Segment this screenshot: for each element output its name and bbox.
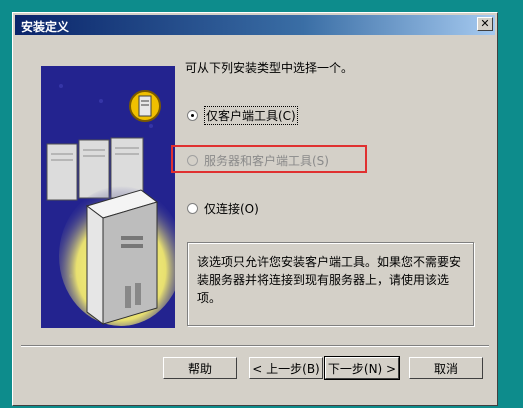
separator (21, 345, 489, 347)
radio-connectivity-only[interactable] (187, 202, 198, 214)
server-badge-icon (129, 90, 161, 122)
server-illustration (41, 66, 175, 328)
description-box: 该选项只允许您安装客户端工具。如果您不需要安装服务器并将连接到现有服务器上，请使… (187, 242, 474, 326)
title-bar: 安装定义 ✕ (15, 15, 495, 35)
radio-server-and-client (187, 154, 198, 166)
close-button[interactable]: ✕ (477, 17, 493, 31)
option-server-and-client-label: 服务器和客户端工具(S) (204, 153, 329, 168)
cancel-button[interactable]: 取消 (409, 357, 483, 379)
window-title: 安装定义 (21, 20, 70, 34)
option-client-tools-label: 仅客户端工具(C) (204, 105, 298, 125)
description-text: 该选项只允许您安装客户端工具。如果您不需要安装服务器并将连接到现有服务器上，请使… (197, 255, 462, 305)
back-button[interactable]: < 上一步(B) (249, 357, 323, 379)
server-illustration-svg (41, 66, 175, 328)
next-button[interactable]: 下一步(N) > (324, 356, 400, 380)
option-server-and-client: 服务器和客户端工具(S) (187, 151, 329, 169)
radio-client-tools[interactable] (187, 109, 198, 121)
option-connectivity-only-label: 仅连接(O) (204, 201, 259, 216)
option-connectivity-only[interactable]: 仅连接(O) (187, 199, 259, 217)
option-client-tools[interactable]: 仅客户端工具(C) (187, 105, 298, 125)
setup-dialog: 安装定义 ✕ 可从下列安装类型中选择一个。 仅客户端工具(C) 服务器和客户端工… (12, 12, 498, 406)
install-type-prompt: 可从下列安装类型中选择一个。 (185, 61, 354, 75)
help-button[interactable]: 帮助 (163, 357, 237, 379)
